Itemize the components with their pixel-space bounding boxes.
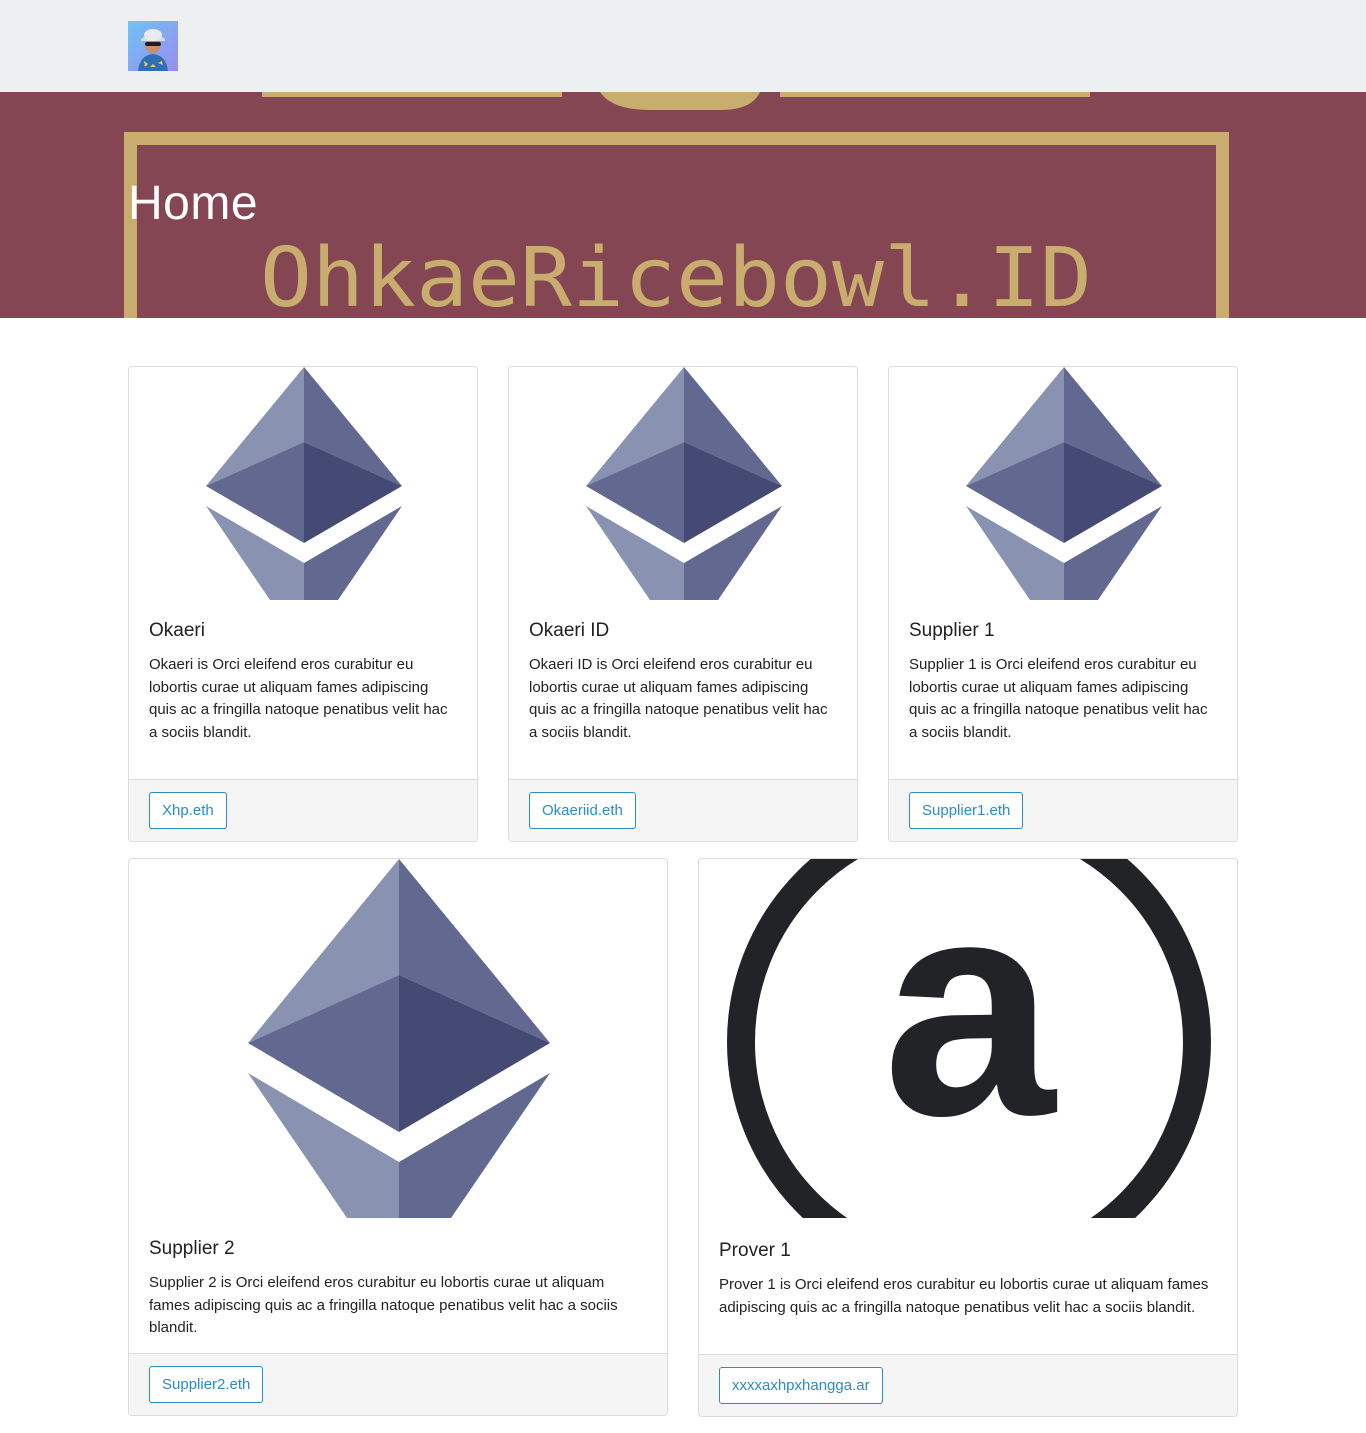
- card-description: Supplier 2 is Orci eleifend eros curabit…: [149, 1274, 618, 1336]
- banner-logo-text: OhkaeRicebowl.ID: [260, 231, 1092, 318]
- arweave-link-button[interactable]: xxxxaxhpxhangga.ar: [719, 1367, 883, 1404]
- ens-link-button[interactable]: Supplier2.eth: [149, 1366, 264, 1403]
- ethereum-logo-icon: [509, 367, 857, 600]
- card-description: Supplier 1 is Orci eleifend eros curabit…: [909, 656, 1208, 741]
- card-description: Okaeri is Orci eleifend eros curabitur e…: [149, 656, 448, 741]
- hero-banner: OhkaeRicebowl.ID Home: [0, 92, 1366, 318]
- card-description: Prover 1 is Orci eleifend eros curabitur…: [719, 1276, 1209, 1316]
- svg-text:a: a: [883, 859, 1057, 1180]
- arweave-logo-icon: a: [699, 859, 1237, 1218]
- ens-link-button[interactable]: Okaeriid.eth: [529, 792, 636, 829]
- top-navbar: [0, 0, 1366, 92]
- ethereum-logo-icon: [129, 859, 667, 1218]
- card-supplier-1: Supplier 1 Supplier 1 is Orci eleifend e…: [888, 366, 1238, 842]
- card-footer: xxxxaxhpxhangga.ar: [699, 1354, 1237, 1416]
- card-title: Okaeri: [149, 620, 205, 641]
- card-description: Okaeri ID is Orci eleifend eros curabitu…: [529, 656, 828, 741]
- ens-link-button[interactable]: Supplier1.eth: [909, 792, 1024, 829]
- card-title: Prover 1: [719, 1240, 791, 1261]
- avatar-image: [128, 21, 178, 71]
- card-title: Okaeri ID: [529, 620, 610, 641]
- card-supplier-2: Supplier 2 Supplier 2 is Orci eleifend e…: [128, 858, 668, 1416]
- ens-link-button[interactable]: Xhp.eth: [149, 792, 227, 829]
- card-prover-1: a Prover 1 Prover 1 is Orci eleifend ero…: [698, 858, 1238, 1417]
- page-title: Home: [128, 177, 259, 230]
- card-footer: Supplier2.eth: [129, 1353, 667, 1415]
- card-footer: Okaeriid.eth: [509, 779, 857, 841]
- card-footer: Xhp.eth: [129, 779, 477, 841]
- ethereum-logo-icon: [129, 367, 477, 600]
- card-title: Supplier 1: [909, 620, 995, 641]
- card-title: Supplier 2: [149, 1238, 235, 1259]
- avatar[interactable]: [128, 21, 178, 71]
- ethereum-logo-icon: [889, 367, 1237, 600]
- card-footer: Supplier1.eth: [889, 779, 1237, 841]
- card-okaeri: Okaeri Okaeri is Orci eleifend eros cura…: [128, 366, 478, 842]
- card-okaeri-id: Okaeri ID Okaeri ID is Orci eleifend ero…: [508, 366, 858, 842]
